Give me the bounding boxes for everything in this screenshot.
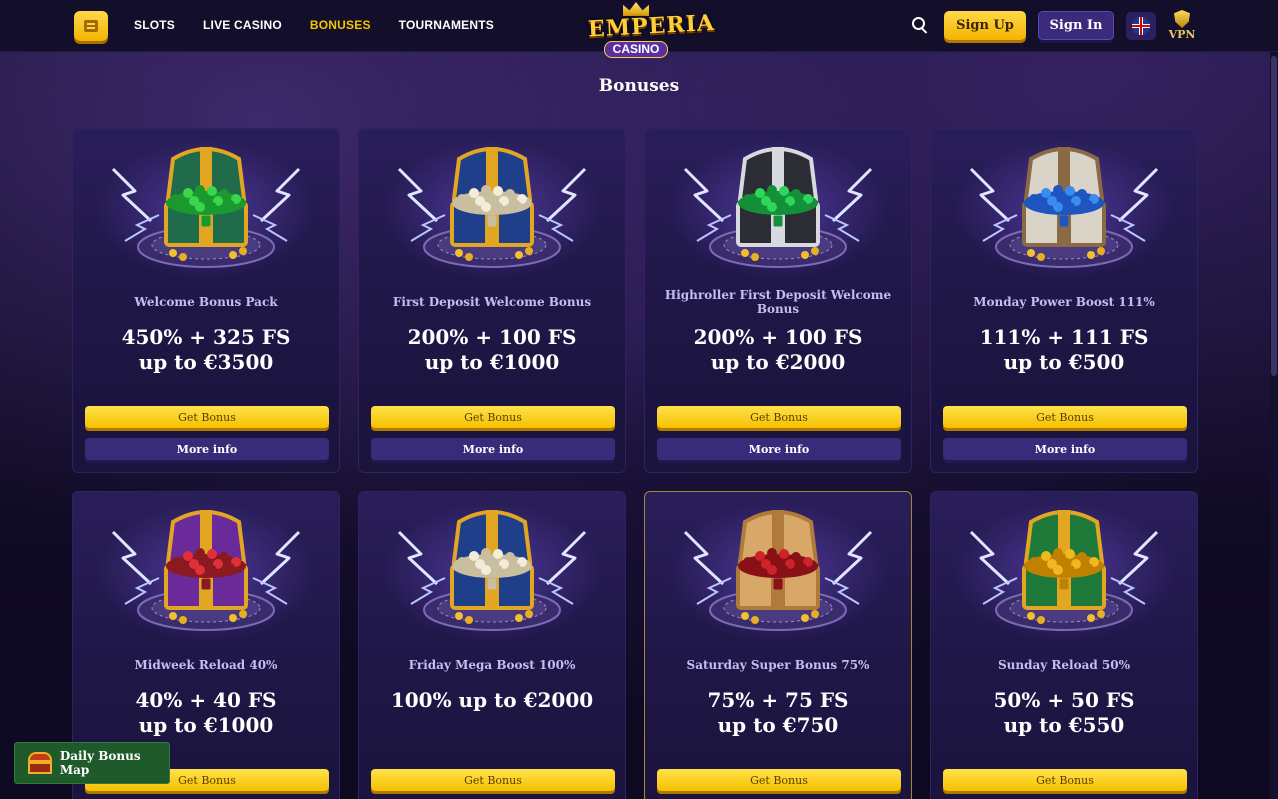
bonus-offer-line-1: 111% + 111 FS	[979, 325, 1149, 349]
bonus-offer-line-2: up to €3500	[138, 350, 274, 374]
more-info-button[interactable]: More info	[85, 438, 329, 460]
treasure-chest-icon	[27, 752, 52, 774]
bonus-offer-line-2: up to €1000	[424, 350, 560, 374]
nav-live-casino[interactable]: LIVE CASINO	[203, 18, 282, 32]
bonus-offer-line-1: 40% + 40 FS	[135, 688, 277, 712]
bonus-card: Monday Power Boost 111% 111% + 111 FS up…	[930, 128, 1198, 473]
bonus-name: First Deposit Welcome Bonus	[392, 295, 592, 309]
treasure-chest-image	[645, 492, 911, 642]
get-bonus-button[interactable]: Get Bonus	[657, 769, 901, 791]
treasure-chest-image	[359, 129, 625, 279]
bonus-offer-line-2: up to €500	[1003, 350, 1125, 374]
treasure-chest-image	[645, 129, 911, 279]
bonus-offer-line-2: up to €2000	[710, 350, 846, 374]
daily-bonus-map-button[interactable]: Daily Bonus Map	[14, 742, 170, 784]
nav-tournaments[interactable]: TOURNAMENTS	[399, 18, 494, 32]
treasure-chest-image	[73, 129, 339, 279]
nav-bonuses[interactable]: BONUSES	[310, 18, 371, 32]
bonus-offer: 450% + 325 FS up to €3500	[79, 325, 333, 375]
bonus-offer-line-1: 100% up to €2000	[390, 688, 594, 712]
sign-in-button[interactable]: Sign In	[1038, 11, 1114, 40]
bonus-offer-line-2: up to €550	[1003, 713, 1125, 737]
bonus-name: Sunday Reload 50%	[997, 658, 1131, 672]
shield-icon	[1174, 10, 1190, 28]
scrollbar-thumb[interactable]	[1271, 56, 1277, 376]
bonus-offer-line-2: up to €1000	[138, 713, 274, 737]
get-bonus-button[interactable]: Get Bonus	[371, 769, 615, 791]
bonus-offer: 40% + 40 FS up to €1000	[79, 688, 333, 738]
get-bonus-button[interactable]: Get Bonus	[85, 406, 329, 428]
treasure-chest-image	[73, 492, 339, 642]
vpn-button[interactable]: VPN	[1168, 10, 1196, 44]
logo[interactable]: EMPERIA CASINO	[587, 2, 716, 66]
bonus-name: Monday Power Boost 111%	[973, 295, 1155, 309]
bonus-offer-line-1: 200% + 100 FS	[693, 325, 863, 349]
daily-bonus-map-label: Daily Bonus Map	[59, 749, 141, 777]
bonus-card: Highroller First Deposit Welcome Bonus 2…	[644, 128, 912, 473]
page-title: Bonuses	[598, 76, 680, 96]
more-info-button[interactable]: More info	[371, 438, 615, 460]
bonus-offer-line-1: 200% + 100 FS	[407, 325, 577, 349]
bonus-offer: 75% + 75 FS up to €750	[651, 688, 905, 738]
bonus-card: Welcome Bonus Pack 450% + 325 FS up to €…	[72, 128, 340, 473]
logo-word-2: CASINO	[603, 41, 669, 58]
bonus-offer-line-2: up to €750	[717, 713, 839, 737]
treasure-chest-image	[931, 492, 1197, 642]
get-bonus-button[interactable]: Get Bonus	[943, 769, 1187, 791]
logo-word-1: EMPERIA	[587, 9, 716, 43]
get-bonus-button[interactable]: Get Bonus	[371, 406, 615, 428]
bonus-card: Sunday Reload 50% 50% + 50 FS up to €550…	[930, 491, 1198, 799]
treasure-chest-image	[359, 492, 625, 642]
bonus-card: Saturday Super Bonus 75% 75% + 75 FS up …	[644, 491, 912, 799]
top-bar: SLOTS LIVE CASINO BONUSES TOURNAMENTS EM…	[0, 0, 1278, 58]
bonus-offer: 50% + 50 FS up to €550	[937, 688, 1191, 738]
bonus-offer: 111% + 111 FS up to €500	[937, 325, 1191, 375]
bonus-name: Highroller First Deposit Welcome Bonus	[664, 288, 892, 316]
bonus-offer-line-1: 50% + 50 FS	[993, 688, 1135, 712]
vpn-label: VPN	[1168, 28, 1196, 41]
language-button[interactable]	[1126, 12, 1156, 40]
get-bonus-button[interactable]: Get Bonus	[657, 406, 901, 428]
uk-flag-icon	[1132, 17, 1150, 35]
get-bonus-button[interactable]: Get Bonus	[943, 406, 1187, 428]
bonus-name: Friday Mega Boost 100%	[408, 658, 576, 672]
more-info-button[interactable]: More info	[943, 438, 1187, 460]
bonus-offer: 200% + 100 FS up to €2000	[651, 325, 905, 375]
bonus-card: Friday Mega Boost 100% 100% up to €2000 …	[358, 491, 626, 799]
scrollbar[interactable]	[1270, 52, 1278, 799]
bonus-offer: 200% + 100 FS up to €1000	[365, 325, 619, 375]
search-icon[interactable]	[912, 17, 930, 35]
bonus-name: Welcome Bonus Pack	[134, 295, 278, 309]
menu-icon[interactable]	[74, 11, 108, 41]
sign-up-button[interactable]: Sign Up	[944, 11, 1026, 40]
bonus-card: First Deposit Welcome Bonus 200% + 100 F…	[358, 128, 626, 473]
main-nav: SLOTS LIVE CASINO BONUSES TOURNAMENTS	[134, 18, 494, 32]
nav-slots[interactable]: SLOTS	[134, 18, 175, 32]
bonus-offer: 100% up to €2000	[365, 688, 619, 713]
bonus-name: Midweek Reload 40%	[134, 658, 278, 672]
bonus-offer-line-1: 75% + 75 FS	[707, 688, 849, 712]
more-info-button[interactable]: More info	[657, 438, 901, 460]
bonus-offer-line-1: 450% + 325 FS	[121, 325, 291, 349]
bonus-name: Saturday Super Bonus 75%	[686, 658, 870, 672]
treasure-chest-image	[931, 129, 1197, 279]
